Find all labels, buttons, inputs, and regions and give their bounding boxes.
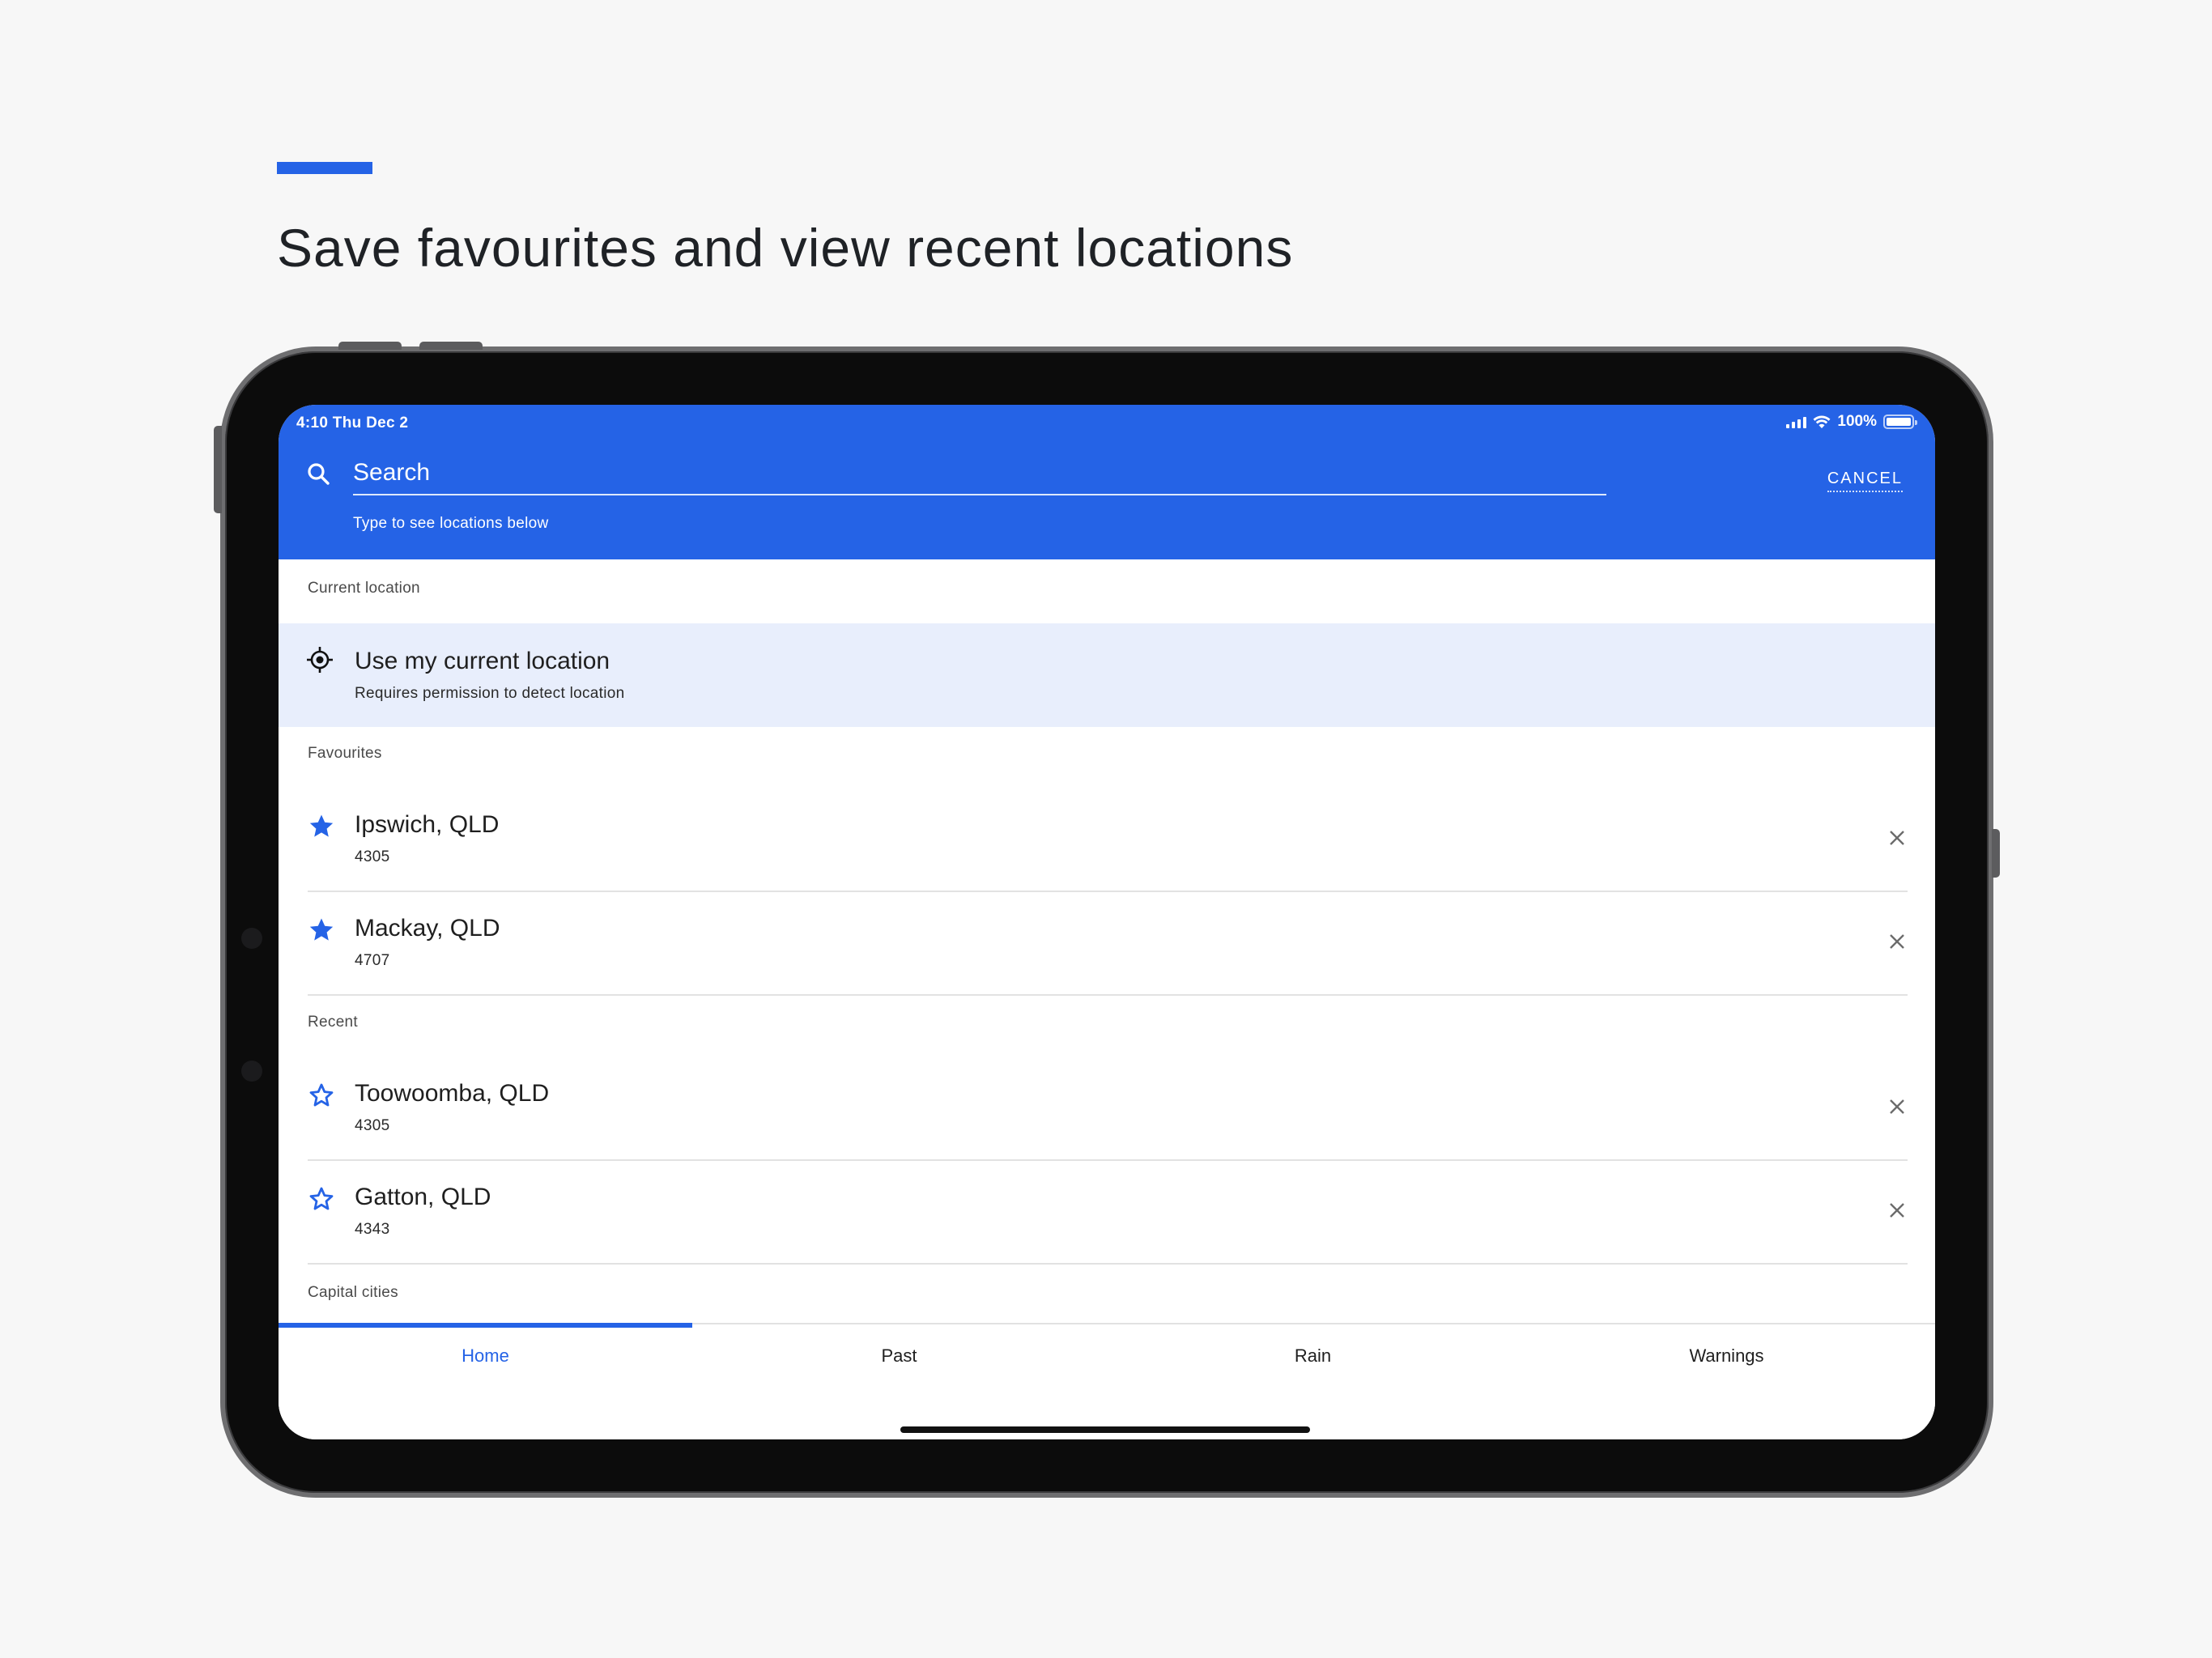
home-indicator[interactable] [900, 1426, 1310, 1433]
recent-item[interactable]: Gatton, QLD 4343 [308, 1161, 1908, 1265]
tablet-device: 4:10 Thu Dec 2 100% CANCEL Type to s [214, 342, 2000, 1498]
tab-past[interactable]: Past [692, 1346, 1106, 1367]
current-location-title: Use my current location [355, 648, 610, 674]
device-button-top [338, 342, 402, 350]
active-tab-indicator [279, 1323, 692, 1328]
recent-item[interactable]: Toowoomba, QLD 4305 [308, 1057, 1908, 1161]
cancel-button[interactable]: CANCEL [1827, 470, 1903, 492]
camera-dot [241, 928, 262, 949]
search-hint: Type to see locations below [353, 515, 549, 532]
location-postcode: 4707 [355, 952, 390, 969]
close-icon[interactable] [1887, 1096, 1908, 1117]
tab-home[interactable]: Home [279, 1346, 692, 1367]
star-filled-icon[interactable] [308, 813, 335, 840]
search-input[interactable] [353, 457, 1606, 495]
star-outline-icon[interactable] [308, 1082, 335, 1109]
crosshair-icon [307, 647, 333, 673]
close-icon[interactable] [1887, 1200, 1908, 1221]
tab-warnings[interactable]: Warnings [1520, 1346, 1933, 1367]
section-label-recent: Recent [308, 1014, 359, 1031]
close-icon[interactable] [1887, 931, 1908, 952]
location-postcode: 4343 [355, 1221, 390, 1238]
accent-bar [277, 162, 372, 174]
location-name: Toowoomba, QLD [355, 1080, 550, 1107]
status-time: 4:10 Thu Dec 2 [296, 414, 409, 432]
location-postcode: 4305 [355, 848, 390, 865]
section-label-current: Current location [308, 580, 420, 597]
wifi-icon [1813, 415, 1831, 428]
app-screen: 4:10 Thu Dec 2 100% CANCEL Type to s [279, 405, 1935, 1439]
page-heading: Save favourites and view recent location… [277, 218, 1294, 278]
signal-icon [1786, 415, 1807, 428]
location-name: Gatton, QLD [355, 1184, 491, 1210]
section-label-favourites: Favourites [308, 745, 382, 762]
star-filled-icon[interactable] [308, 916, 335, 944]
device-button-right [1992, 829, 2000, 878]
search-header: 4:10 Thu Dec 2 100% CANCEL Type to s [279, 405, 1935, 559]
device-button-top [419, 342, 483, 350]
camera-dot [241, 1061, 262, 1082]
battery-icon [1883, 414, 1917, 429]
current-location-subtitle: Requires permission to detect location [355, 685, 625, 702]
status-indicators: 100% [1786, 413, 1917, 431]
close-icon[interactable] [1887, 827, 1908, 848]
search-icon[interactable] [306, 461, 330, 486]
favourite-item[interactable]: Ipswich, QLD 4305 [308, 789, 1908, 892]
battery-percent: 100% [1837, 413, 1877, 430]
use-current-location-item[interactable]: Use my current location Requires permiss… [279, 623, 1935, 727]
location-postcode: 4305 [355, 1117, 390, 1134]
favourite-item[interactable]: Mackay, QLD 4707 [308, 892, 1908, 996]
section-label-capitals: Capital cities [308, 1284, 398, 1301]
location-name: Ipswich, QLD [355, 811, 500, 838]
bottom-tab-bar: Home Past Rain Warnings [279, 1323, 1935, 1439]
device-button-side [214, 426, 222, 513]
tab-rain[interactable]: Rain [1106, 1346, 1520, 1367]
star-outline-icon[interactable] [308, 1185, 335, 1213]
location-name: Mackay, QLD [355, 915, 500, 942]
